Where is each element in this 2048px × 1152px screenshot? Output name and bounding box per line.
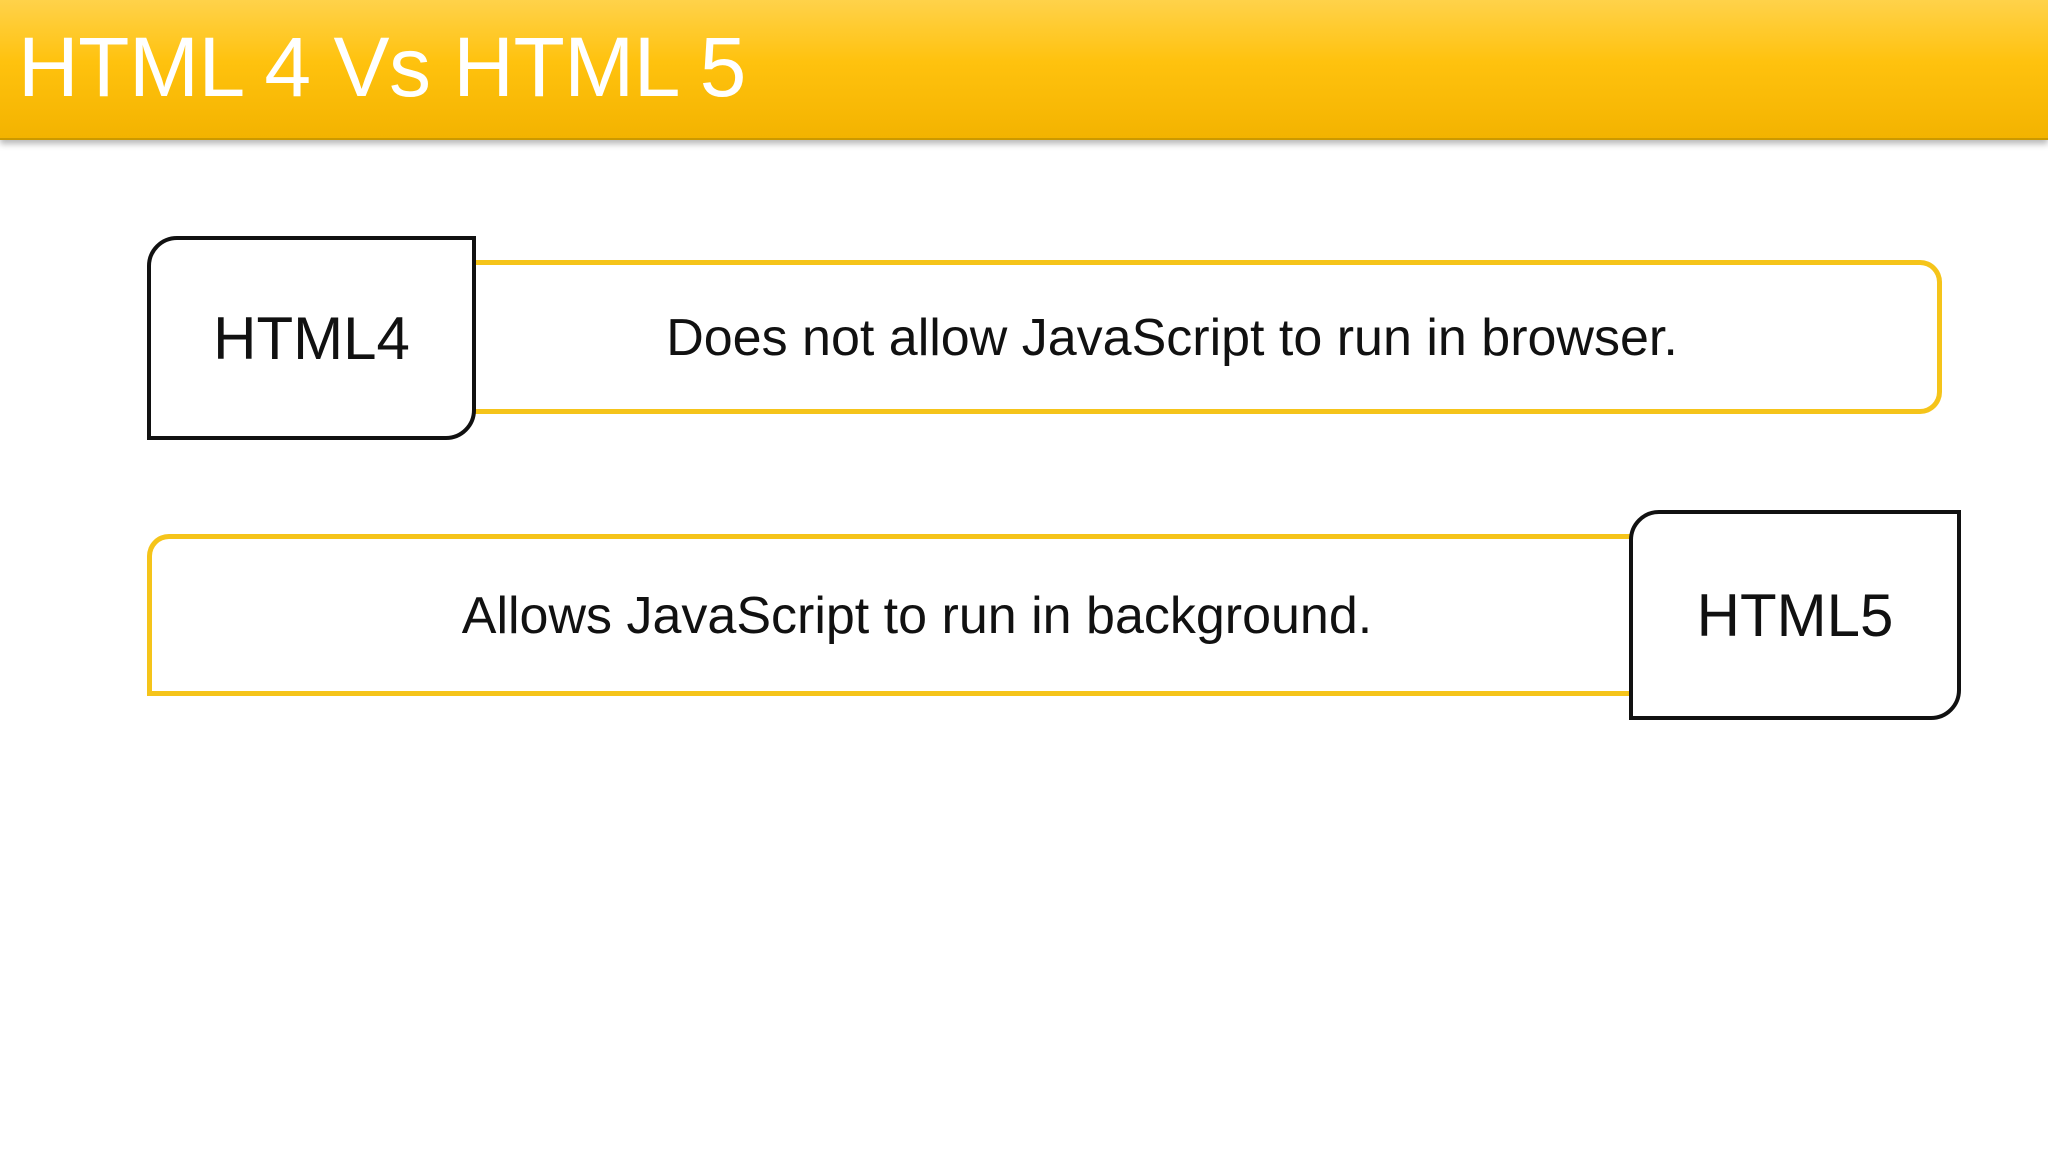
row-2-description: Allows JavaScript to run in background. <box>461 587 1373 645</box>
row-1-description: Does not allow JavaScript to run in brow… <box>666 309 1678 367</box>
row-1-label: HTML4 <box>213 304 410 372</box>
slide-title: HTML 4 Vs HTML 5 <box>18 20 746 114</box>
title-bar: HTML 4 Vs HTML 5 <box>0 0 2048 140</box>
row-1-label-box: HTML4 <box>147 236 476 440</box>
row-2-label-box: HTML5 <box>1629 510 1961 720</box>
row-2-label: HTML5 <box>1696 581 1894 649</box>
